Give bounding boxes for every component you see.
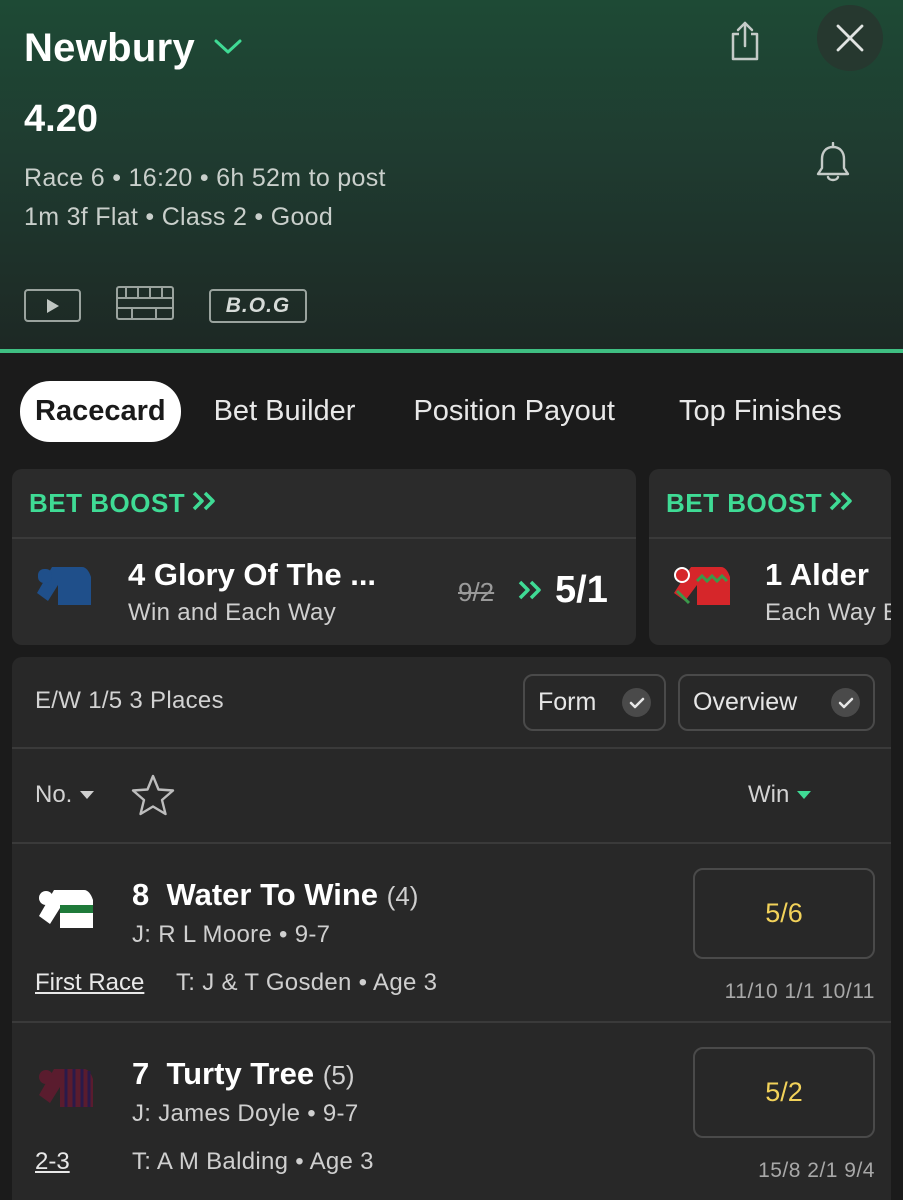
bet-boost-card[interactable]: BET BOOST 4 Glory Of The ... Win and Eac… — [12, 469, 636, 645]
runner-draw: (5) — [322, 1060, 355, 1090]
previous-odds: 11/10 1/1 10/11 — [724, 980, 875, 1003]
sort-number-label: No. — [35, 781, 73, 808]
tab-racecard[interactable]: Racecard — [20, 381, 181, 442]
odds-button[interactable]: 5/6 — [693, 868, 875, 959]
race-time: 4.20 — [24, 98, 98, 140]
race-header: Newbury 4.20 Race 6 • 16:20 • 6h 52m to … — [0, 0, 903, 350]
double-chevron-icon — [828, 490, 856, 517]
bet-boost-title: BET BOOST — [666, 487, 823, 518]
venue-selector[interactable]: Newbury — [24, 26, 243, 71]
tab-bet-builder[interactable]: Bet Builder — [214, 395, 356, 428]
tab-top-finishes[interactable]: Top Finishes — [679, 395, 842, 428]
runner-horse: Turty Tree — [166, 1056, 315, 1091]
runner-number: 7 — [132, 1056, 150, 1091]
runner-jockey: J: R L Moore • 9-7 — [132, 921, 331, 948]
runner-horse: Water To Wine — [166, 877, 379, 912]
bet-boost-card[interactable]: BET BOOST 1 Alder Each Way B — [649, 469, 891, 645]
each-way-terms: E/W 1/5 3 Places — [35, 687, 224, 714]
runner-row[interactable]: 7 Turty Tree (5) J: James Doyle • 9-7 2-… — [12, 1023, 891, 1200]
runner-trainer: T: A M Balding • Age 3 — [132, 1148, 374, 1175]
runner-number: 8 — [132, 877, 150, 912]
overview-toggle[interactable]: Overview — [678, 674, 875, 731]
runner-draw: (4) — [386, 881, 419, 911]
form-toggle-label: Form — [538, 688, 597, 716]
race-feature-icons: B.O.G — [24, 286, 307, 325]
racecard-panel: E/W 1/5 3 Places Form Overview No. Win 8… — [12, 657, 891, 1200]
share-icon[interactable] — [728, 20, 762, 67]
venue-name: Newbury — [24, 26, 196, 70]
double-chevron-icon — [191, 490, 219, 517]
runner-form-link[interactable]: 2-3 — [35, 1148, 70, 1176]
runner-name: 7 Turty Tree (5) — [132, 1056, 354, 1092]
sort-by-number[interactable]: No. — [35, 781, 95, 809]
boost-market: Win and Each Way — [128, 599, 336, 626]
runner-jockey: J: James Doyle • 9-7 — [132, 1100, 359, 1127]
boost-new-odds: 5/1 — [555, 569, 608, 611]
check-icon — [831, 688, 860, 717]
caret-down-icon — [797, 791, 812, 799]
caret-down-icon — [80, 791, 95, 799]
jockey-silk-icon — [34, 563, 94, 614]
header-divider — [0, 349, 903, 353]
chevron-down-icon — [213, 38, 243, 61]
odds-button[interactable]: 5/2 — [693, 1047, 875, 1138]
runner-row[interactable]: 8 Water To Wine (4) J: R L Moore • 9-7 F… — [12, 844, 891, 1024]
previous-odds: 15/8 2/1 9/4 — [758, 1159, 875, 1182]
star-icon[interactable] — [130, 773, 176, 822]
check-icon — [622, 688, 651, 717]
sort-by-win[interactable]: Win — [748, 781, 812, 809]
divider — [12, 747, 891, 749]
tab-position-payout[interactable]: Position Payout — [413, 395, 615, 428]
sort-win-label: Win — [748, 781, 790, 808]
boost-runner-name: 4 Glory Of The ... — [128, 557, 377, 592]
jockey-silk-icon — [671, 563, 733, 614]
race-conditions: 1m 3f Flat • Class 2 • Good — [24, 203, 334, 231]
bet-boost-title: BET BOOST — [29, 487, 186, 518]
bell-icon[interactable] — [815, 141, 851, 189]
fence-icon — [116, 286, 174, 325]
play-icon — [46, 298, 59, 313]
boost-runner-name: 1 Alder — [765, 557, 869, 592]
close-icon — [836, 24, 864, 52]
runner-name: 8 Water To Wine (4) — [132, 877, 418, 913]
live-stream-button[interactable] — [24, 289, 81, 322]
boost-old-odds: 9/2 — [458, 577, 495, 607]
boost-market: Each Way B — [765, 599, 891, 626]
jockey-silk-icon — [36, 886, 96, 937]
jockey-silk-icon — [36, 1065, 96, 1116]
race-meta: Race 6 • 16:20 • 6h 52m to post — [24, 164, 386, 192]
runner-form-link[interactable]: First Race — [35, 969, 144, 997]
race-tabs: Racecard Bet Builder Position Payout Top… — [20, 381, 842, 442]
overview-toggle-label: Overview — [693, 688, 798, 716]
close-button[interactable] — [817, 5, 883, 71]
runner-trainer: T: J & T Gosden • Age 3 — [176, 969, 438, 996]
bog-badge: B.O.G — [209, 288, 307, 323]
form-toggle[interactable]: Form — [523, 674, 666, 731]
double-chevron-icon — [517, 579, 545, 606]
